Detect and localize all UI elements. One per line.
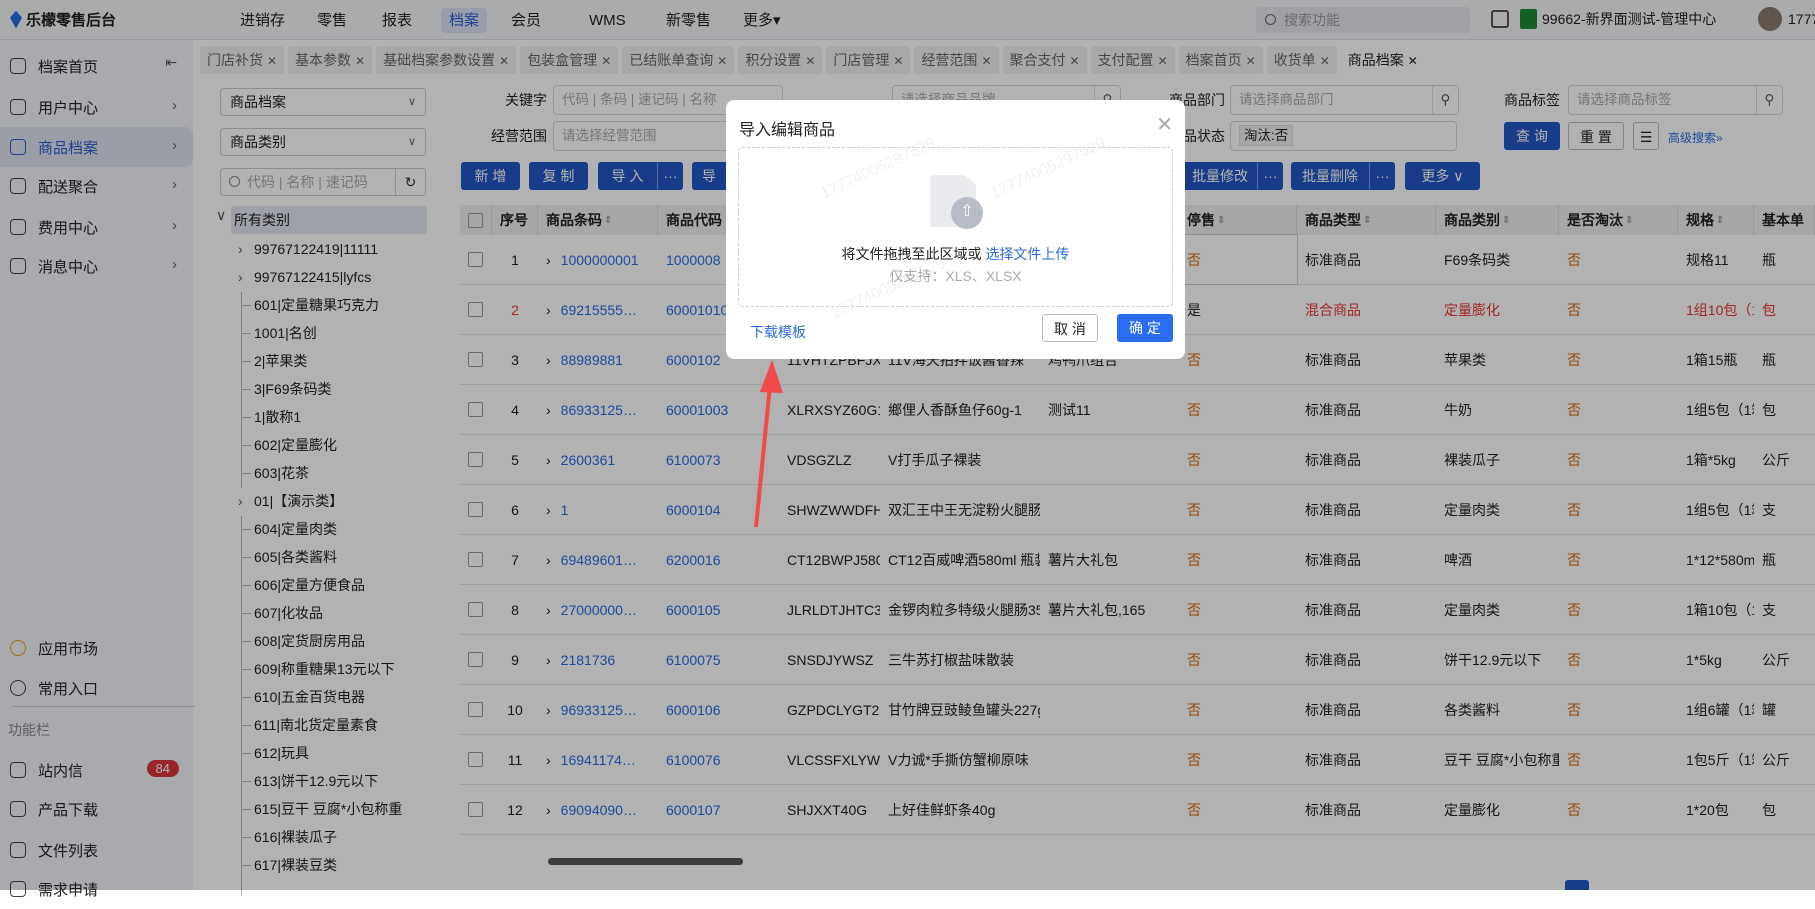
download-template-link[interactable]: 下载模板 bbox=[750, 322, 806, 342]
select-file-link[interactable]: 选择文件上传 bbox=[985, 246, 1069, 262]
supported-formats-hint: 仅支持：XLS、XLSX bbox=[889, 268, 1022, 284]
file-drop-zone[interactable]: ⇧ 将文件拖拽至此区域或 选择文件上传 仅支持：XLS、XLSX bbox=[738, 147, 1173, 307]
close-icon[interactable]: ✕ bbox=[1156, 112, 1173, 137]
cloud-upload-icon: ⇧ bbox=[951, 197, 983, 229]
cancel-button[interactable]: 取 消 bbox=[1042, 314, 1098, 342]
dialog-title: 导入编辑商品 bbox=[739, 122, 836, 139]
drop-text: 将文件拖拽至此区域或 bbox=[841, 246, 982, 262]
drop-instructions: 将文件拖拽至此区域或 选择文件上传 bbox=[739, 244, 1172, 264]
confirm-button[interactable]: 确 定 bbox=[1117, 314, 1173, 342]
import-edit-products-dialog: 17774005297529 17774005297529 1777400529… bbox=[726, 100, 1185, 359]
